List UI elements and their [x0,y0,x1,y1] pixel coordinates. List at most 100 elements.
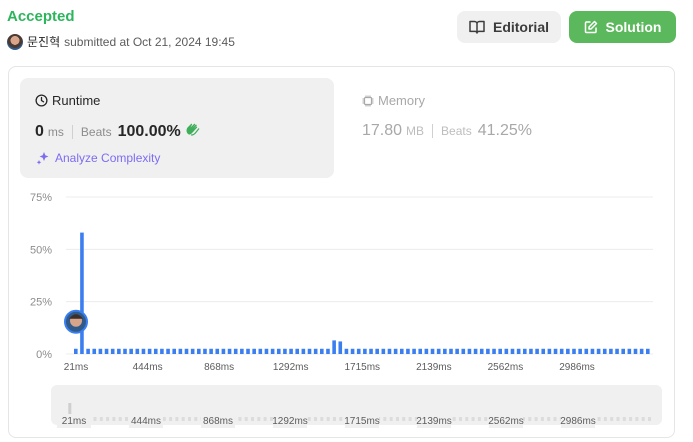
chart-bar [98,348,103,354]
x-tick-label: 21ms [64,362,88,373]
scrubber-bar [635,417,639,421]
chart-bar [639,348,644,354]
scrubber-bar [188,417,192,421]
chart-bar [307,348,312,354]
chart-bar [215,348,220,354]
scrubber-bar [629,417,633,421]
scrubber-bar [106,417,110,421]
scrubber-bar [257,417,261,421]
chart-bar [264,348,269,354]
chart-bar [369,348,373,354]
runtime-distribution-chart: 75% 50% 25% 0% 21ms 444ms 868ms 1292ms 1715ms 213… [30,192,653,428]
chart-bar [553,348,558,354]
chart-bar [486,348,490,354]
scrubber-bar [326,417,330,421]
chart-bar [270,348,275,354]
scrubber-bar [540,417,544,421]
chart-bar [418,348,423,354]
chart-bar [510,348,515,354]
chart-bar [344,348,349,354]
scrubber-bar [471,417,475,421]
chart-bar [424,348,429,354]
chart-bar [584,348,589,354]
chart-bar [338,341,343,354]
chart-bar [197,348,201,354]
x-tick-label: 2986ms [559,362,595,373]
scrubber-bar [112,417,116,421]
scrubber-bar [641,417,645,421]
scrubber-bar [181,417,185,421]
chart-bar [221,348,226,354]
chart-bar [535,348,539,354]
chart-bar [153,348,158,354]
chart-bar [240,348,244,354]
chart-bar [92,348,97,354]
chart-bar [166,348,170,354]
scrubber-tick-label: 444ms [131,416,161,427]
chart-bar [110,348,115,354]
chart-bar [123,348,127,354]
chart-bar [172,348,177,354]
scrubber-bar [244,417,248,421]
scrubber-bar [534,417,538,421]
scrubber-bar [175,417,179,421]
scrubber-bar [194,417,198,421]
chart-bar [467,348,472,354]
chart-bar [295,348,300,354]
chart-bar [227,348,232,354]
scrubber-bar [320,417,324,421]
scrubber-bar [622,417,626,421]
chart-bar [326,348,330,354]
scrubber-bar [408,417,412,421]
scrubber-tick-label: 2139ms [416,416,452,427]
scrubber-tick-label: 2986ms [560,416,596,427]
chart-bar [430,348,435,354]
scrubber-bar [125,417,129,421]
scrubber-bar [477,417,481,421]
chart-bar [633,348,638,354]
chart-bar [313,348,318,354]
chart-bar [455,348,459,354]
chart-bar [141,348,146,354]
chart-bar [449,348,453,354]
scrubber-bar [452,417,456,421]
chart-bar [350,348,355,354]
chart-bar [147,348,152,354]
scrubber-bar [93,417,97,421]
scrubber-bar [332,417,336,421]
scrubber-bar [597,417,601,421]
chart-bar [381,348,386,354]
chart-bar [117,348,121,354]
scrubber-bar [263,417,267,421]
chart-bar [529,348,533,354]
chart-bar [399,348,404,354]
x-tick-label: 444ms [133,362,163,373]
chart-bar [184,348,189,354]
scrubber-bar [528,417,532,421]
chart-bar [301,348,306,354]
chart-bar [498,348,502,354]
chart-bar [547,348,552,354]
chart-bar [609,348,613,354]
chart-bar [627,348,632,354]
scrubber-bar [162,417,166,421]
scrubber-bar [238,417,242,421]
chart-bar [522,348,527,354]
chart-bar [596,348,601,354]
chart-bar [412,348,416,354]
x-tick-label: 2139ms [416,362,452,373]
chart-bar [209,348,213,354]
scrubber-bar [307,417,311,421]
chart-bar [320,348,324,354]
x-tick-label: 1292ms [273,362,309,373]
x-tick-label: 868ms [204,362,234,373]
scrubber-bar [118,417,122,421]
y-tick-label: 75% [30,192,52,204]
chart-bar [129,348,133,354]
scrubber-bar [339,417,343,421]
scrubber-bar [402,417,406,421]
scrubber-bar [395,417,399,421]
scrubber-tick-label: 21ms [62,416,86,427]
scrubber-bar [314,417,318,421]
scrubber-bar [389,417,393,421]
